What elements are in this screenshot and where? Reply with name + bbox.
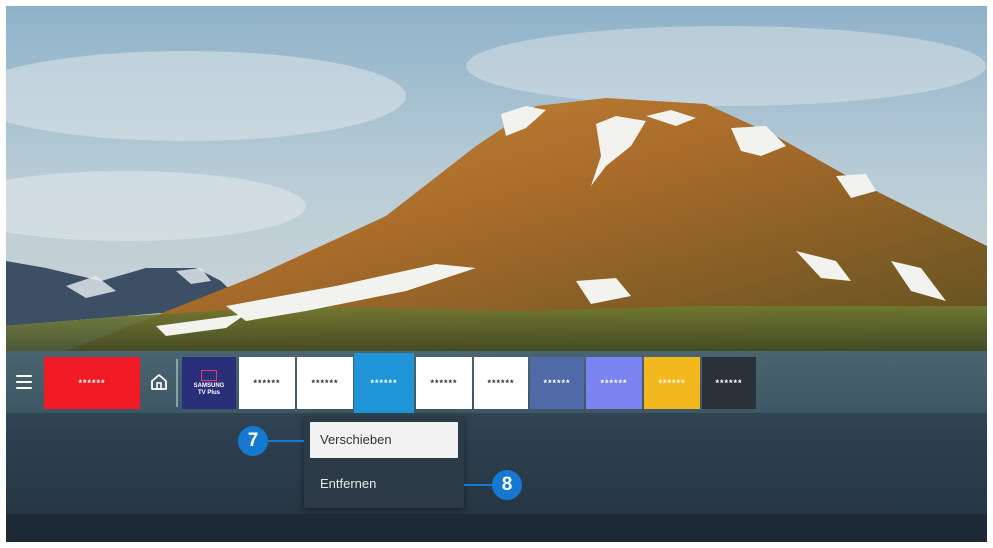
app-tile-label: ****** xyxy=(543,378,571,388)
app-tile-9[interactable]: ****** xyxy=(586,357,642,409)
app-tile-label: ****** xyxy=(600,378,628,388)
app-tile-10[interactable]: ****** xyxy=(644,357,700,409)
app-tile-label: ****** xyxy=(370,378,398,388)
app-tile-4[interactable]: ****** xyxy=(297,357,353,409)
app-tile-label: ****** xyxy=(715,378,743,388)
app-tile-5-focused[interactable]: ****** xyxy=(354,353,414,413)
callout-8: 8 xyxy=(492,470,522,500)
tv-screen: ****** SAMSUNG TV Plus ****** ****** ***… xyxy=(6,6,987,542)
menu-item-remove[interactable]: Entfernen xyxy=(310,466,458,502)
hamburger-menu-icon[interactable] xyxy=(16,375,32,389)
callout-8-line xyxy=(464,484,492,486)
app-tile-label: ****** xyxy=(311,378,339,388)
app-tile-samsung-tv-plus[interactable]: SAMSUNG TV Plus xyxy=(182,357,236,409)
smart-hub-app-bar: ****** SAMSUNG TV Plus ****** ****** ***… xyxy=(6,351,987,413)
app-tile-11[interactable]: ****** xyxy=(702,357,756,409)
callout-7-line xyxy=(268,440,304,442)
lower-band xyxy=(6,514,987,542)
tile-options-menu: Verschieben Entfernen xyxy=(304,416,464,508)
app-tile-3[interactable]: ****** xyxy=(239,357,295,409)
menu-item-move[interactable]: Verschieben xyxy=(310,422,458,458)
app-tile-1[interactable]: ****** xyxy=(44,357,140,409)
bar-divider xyxy=(176,359,178,407)
tv-plus-icon xyxy=(201,369,217,381)
app-tile-label: ****** xyxy=(430,378,458,388)
app-tile-label: ****** xyxy=(78,378,106,388)
background-landscape xyxy=(6,6,987,351)
app-tile-6[interactable]: ****** xyxy=(416,357,472,409)
home-icon[interactable] xyxy=(149,372,169,392)
callout-7: 7 xyxy=(238,426,268,456)
app-tile-label: ****** xyxy=(487,378,515,388)
app-tile-sublabel: TV Plus xyxy=(197,389,220,396)
app-tile-7[interactable]: ****** xyxy=(474,357,528,409)
app-tile-label: SAMSUNG xyxy=(193,382,225,389)
app-tile-label: ****** xyxy=(658,378,686,388)
app-tile-8[interactable]: ****** xyxy=(530,357,584,409)
app-tile-label: ****** xyxy=(253,378,281,388)
